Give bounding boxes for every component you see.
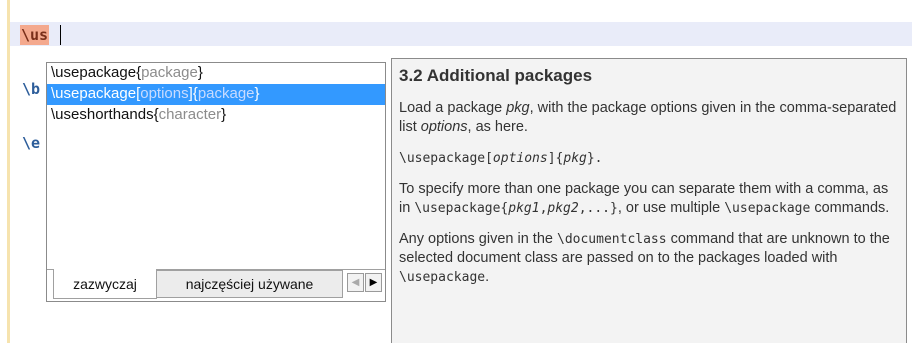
autocomplete-popup: \usepackage{package} \usepackage[options]… (46, 62, 386, 302)
completion-placeholder: options (140, 85, 189, 102)
doc-text: . (485, 269, 490, 285)
doc-title: 3.2 Additional packages (399, 66, 593, 85)
doc-code: ]{ (547, 151, 564, 166)
doc-code: \usepackage (724, 201, 811, 216)
doc-code: ,...} (578, 201, 618, 216)
completion-command: \usepackage (51, 85, 137, 102)
doc-code: \documentclass (557, 232, 667, 247)
doc-text: Any options given in the (399, 231, 557, 247)
doc-text: , as here. (467, 119, 528, 135)
documentation-tooltip: 3.2 Additional packages Load a package p… (391, 58, 907, 343)
completion-command: \usepackage (51, 64, 137, 81)
doc-placeholder: options (420, 119, 468, 135)
tab-usual[interactable]: zazwyczaj (53, 269, 157, 299)
doc-code-example: \usepackage[options]{pkg}. (399, 149, 897, 168)
doc-placeholder: pkg2 (547, 201, 579, 216)
doc-placeholder: pkg (563, 151, 587, 166)
completion-list[interactable]: \usepackage{package} \usepackage[options]… (47, 63, 385, 268)
completion-command: \useshorthands (51, 106, 154, 123)
completion-placeholder: package (141, 64, 198, 81)
current-line-highlight (10, 22, 912, 46)
doc-text: , or use multiple (617, 200, 725, 216)
doc-paragraph-3: Any options given in the \documentclass … (399, 230, 897, 287)
doc-code: \usepackage[ (399, 151, 493, 166)
doc-paragraph-2: To specify more than one package you can… (399, 180, 897, 218)
doc-text: Load a package (399, 100, 507, 116)
scroll-left-icon[interactable]: ◀ (347, 273, 364, 292)
doc-code: \usepackage{ (414, 201, 509, 216)
completion-placeholder: character (158, 106, 222, 123)
completion-bracket: } (197, 64, 203, 81)
doc-paragraph-1: Load a package pkg, with the package opt… (399, 99, 897, 137)
completion-bracket: } (254, 85, 260, 102)
tab-most-used[interactable]: najczęściej używane (157, 270, 343, 298)
text-caret (60, 25, 61, 45)
code-fragment-begin: \b (22, 80, 41, 98)
doc-placeholder: pkg (506, 100, 530, 116)
completion-bracket: } (221, 106, 227, 123)
completion-tabbar: zazwyczaj najczęściej używane ◀ ▶ (47, 269, 385, 301)
completion-placeholder: package (197, 85, 255, 102)
typed-command: \us (20, 25, 50, 45)
scroll-right-icon[interactable]: ▶ (365, 273, 382, 292)
doc-text: commands. (810, 200, 890, 216)
completion-bracket: ]{ (188, 85, 198, 102)
completion-item[interactable]: \usepackage[options]{package} (47, 84, 385, 105)
completion-item[interactable]: \usepackage{package} (47, 63, 385, 84)
completion-item[interactable]: \useshorthands{character} (47, 105, 385, 126)
doc-code: \usepackage (399, 270, 486, 285)
code-fragment-end: \e (22, 134, 41, 152)
change-marker-bar (7, 0, 10, 343)
doc-code: }. (586, 151, 603, 166)
doc-placeholder: pkg1 (508, 201, 540, 216)
doc-placeholder: options (492, 151, 548, 166)
